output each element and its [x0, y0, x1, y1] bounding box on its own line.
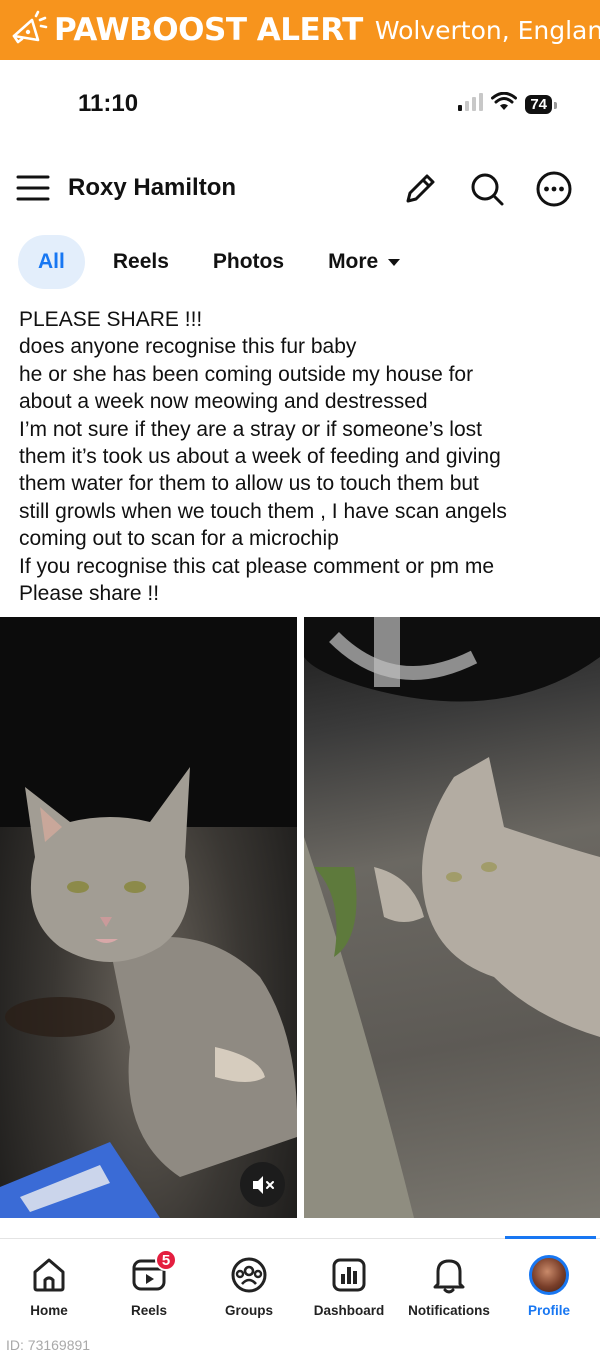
cat-photo-right[interactable] — [304, 617, 600, 1218]
tab-more[interactable]: More — [312, 235, 416, 289]
post-line: Please share !! — [19, 582, 160, 606]
cat-photo-left[interactable] — [0, 617, 297, 1218]
post-line: I’m not sure if they are a stray or if s… — [19, 417, 482, 441]
megaphone-icon — [8, 8, 48, 52]
post-line: If you recognise this cat please comment… — [19, 554, 495, 578]
groups-icon — [230, 1255, 268, 1295]
profile-header: Roxy Hamilton — [0, 158, 600, 218]
post-line: he or she has been coming outside my hou… — [19, 362, 474, 386]
banner-brand: PAWBOOST ALERT — [54, 12, 363, 48]
post-line: about a week now meowing and destressed — [19, 390, 428, 414]
post-line: them it’s took us about a week of feedin… — [19, 445, 501, 469]
reels-icon: 5 — [131, 1249, 177, 1295]
menu-icon[interactable] — [16, 172, 50, 209]
post-line: does anyone recognise this fur baby — [19, 335, 357, 359]
profile-name[interactable]: Roxy Hamilton — [68, 174, 236, 202]
battery-icon: 74 — [525, 95, 557, 114]
tab-reels[interactable]: Reels — [97, 235, 185, 289]
post-line: them water for them to allow us to touch… — [19, 472, 479, 496]
home-icon — [31, 1255, 67, 1295]
nav-profile[interactable]: Profile — [499, 1239, 599, 1329]
nav-reels[interactable]: 5 Reels — [99, 1239, 199, 1329]
nav-groups[interactable]: Groups — [199, 1239, 299, 1329]
tab-photos[interactable]: Photos — [197, 235, 300, 289]
caret-down-icon — [388, 258, 401, 266]
more-icon[interactable] — [535, 170, 573, 208]
nav-groups-label: Groups — [224, 1303, 273, 1318]
bell-icon — [431, 1255, 467, 1295]
signal-icon — [457, 93, 484, 116]
nav-dashboard[interactable]: Dashboard — [299, 1239, 399, 1329]
nav-notifications[interactable]: Notifications — [399, 1239, 499, 1329]
post-text: PLEASE SHARE !!! does anyone recognise t… — [19, 306, 589, 607]
banner-location: Wolverton, England — [374, 15, 600, 45]
status-time: 11:10 — [78, 90, 139, 117]
reels-badge: 5 — [155, 1249, 177, 1271]
mute-icon[interactable] — [240, 1162, 285, 1207]
nav-notifications-label: Notifications — [408, 1303, 490, 1318]
avatar — [529, 1255, 569, 1295]
tab-all[interactable]: All — [18, 235, 85, 289]
post-line: still growls when we touch them , I have… — [19, 499, 507, 523]
profile-tabs: All Reels Photos More — [18, 235, 416, 289]
nav-profile-label: Profile — [527, 1303, 570, 1318]
profile-avatar-wrapper — [529, 1255, 569, 1295]
nav-reels-label: Reels — [130, 1303, 168, 1318]
nav-home-label: Home — [30, 1303, 68, 1318]
dashboard-icon — [331, 1255, 367, 1295]
search-icon[interactable] — [468, 170, 506, 208]
edit-icon[interactable] — [401, 170, 439, 208]
status-bar: 11:10 74 — [0, 60, 600, 148]
nav-home[interactable]: Home — [0, 1239, 99, 1329]
nav-dashboard-label: Dashboard — [313, 1303, 385, 1318]
post-line: coming out to scan for a microchip — [19, 527, 339, 551]
tab-more-label: More — [328, 250, 379, 273]
wifi-icon — [491, 91, 518, 117]
pawboost-banner: PAWBOOST ALERT Wolverton, England — [0, 0, 600, 60]
post-line: PLEASE SHARE !!! — [19, 308, 203, 331]
bottom-nav: Home 5 Reels Groups Dashboard Notificati… — [0, 1236, 600, 1329]
listing-id: ID: 73169891 — [6, 1337, 91, 1353]
